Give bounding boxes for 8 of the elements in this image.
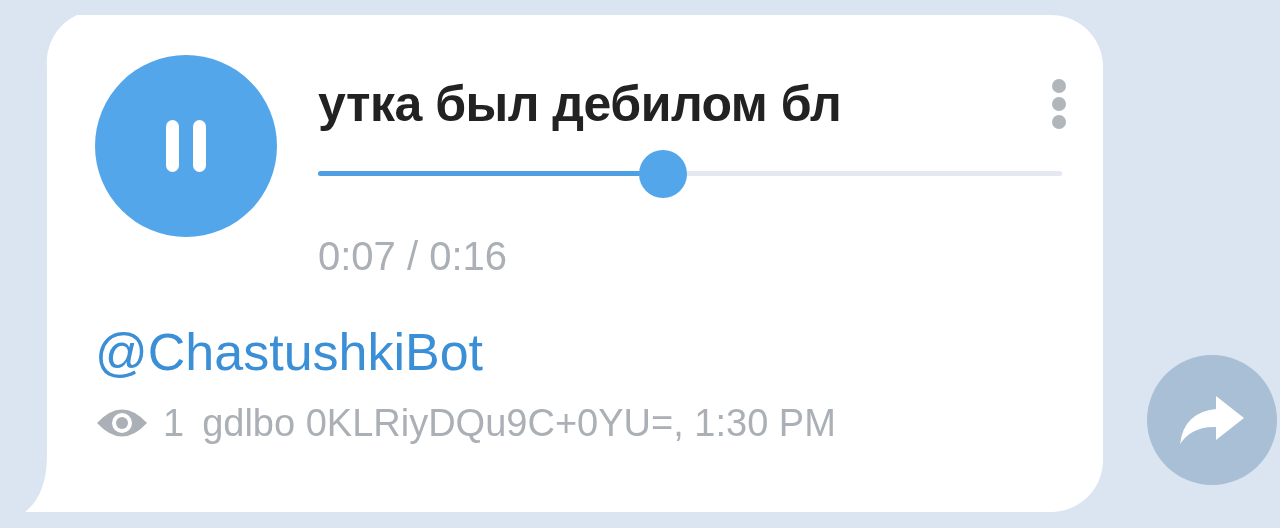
- playback-time: 0:07 / 0:16: [318, 236, 509, 276]
- view-count: 1: [163, 404, 185, 442]
- more-options-icon[interactable]: [1051, 78, 1067, 130]
- share-arrow-icon: [1180, 396, 1244, 444]
- track-title: утка был дебилом бл: [318, 74, 842, 134]
- message-signature: gdlbo 0KLRiyDQu9C+0YU=, 1:30 PM: [202, 404, 836, 442]
- seek-slider[interactable]: [318, 150, 1062, 198]
- bot-link[interactable]: @ChastushkiBot: [95, 326, 1063, 378]
